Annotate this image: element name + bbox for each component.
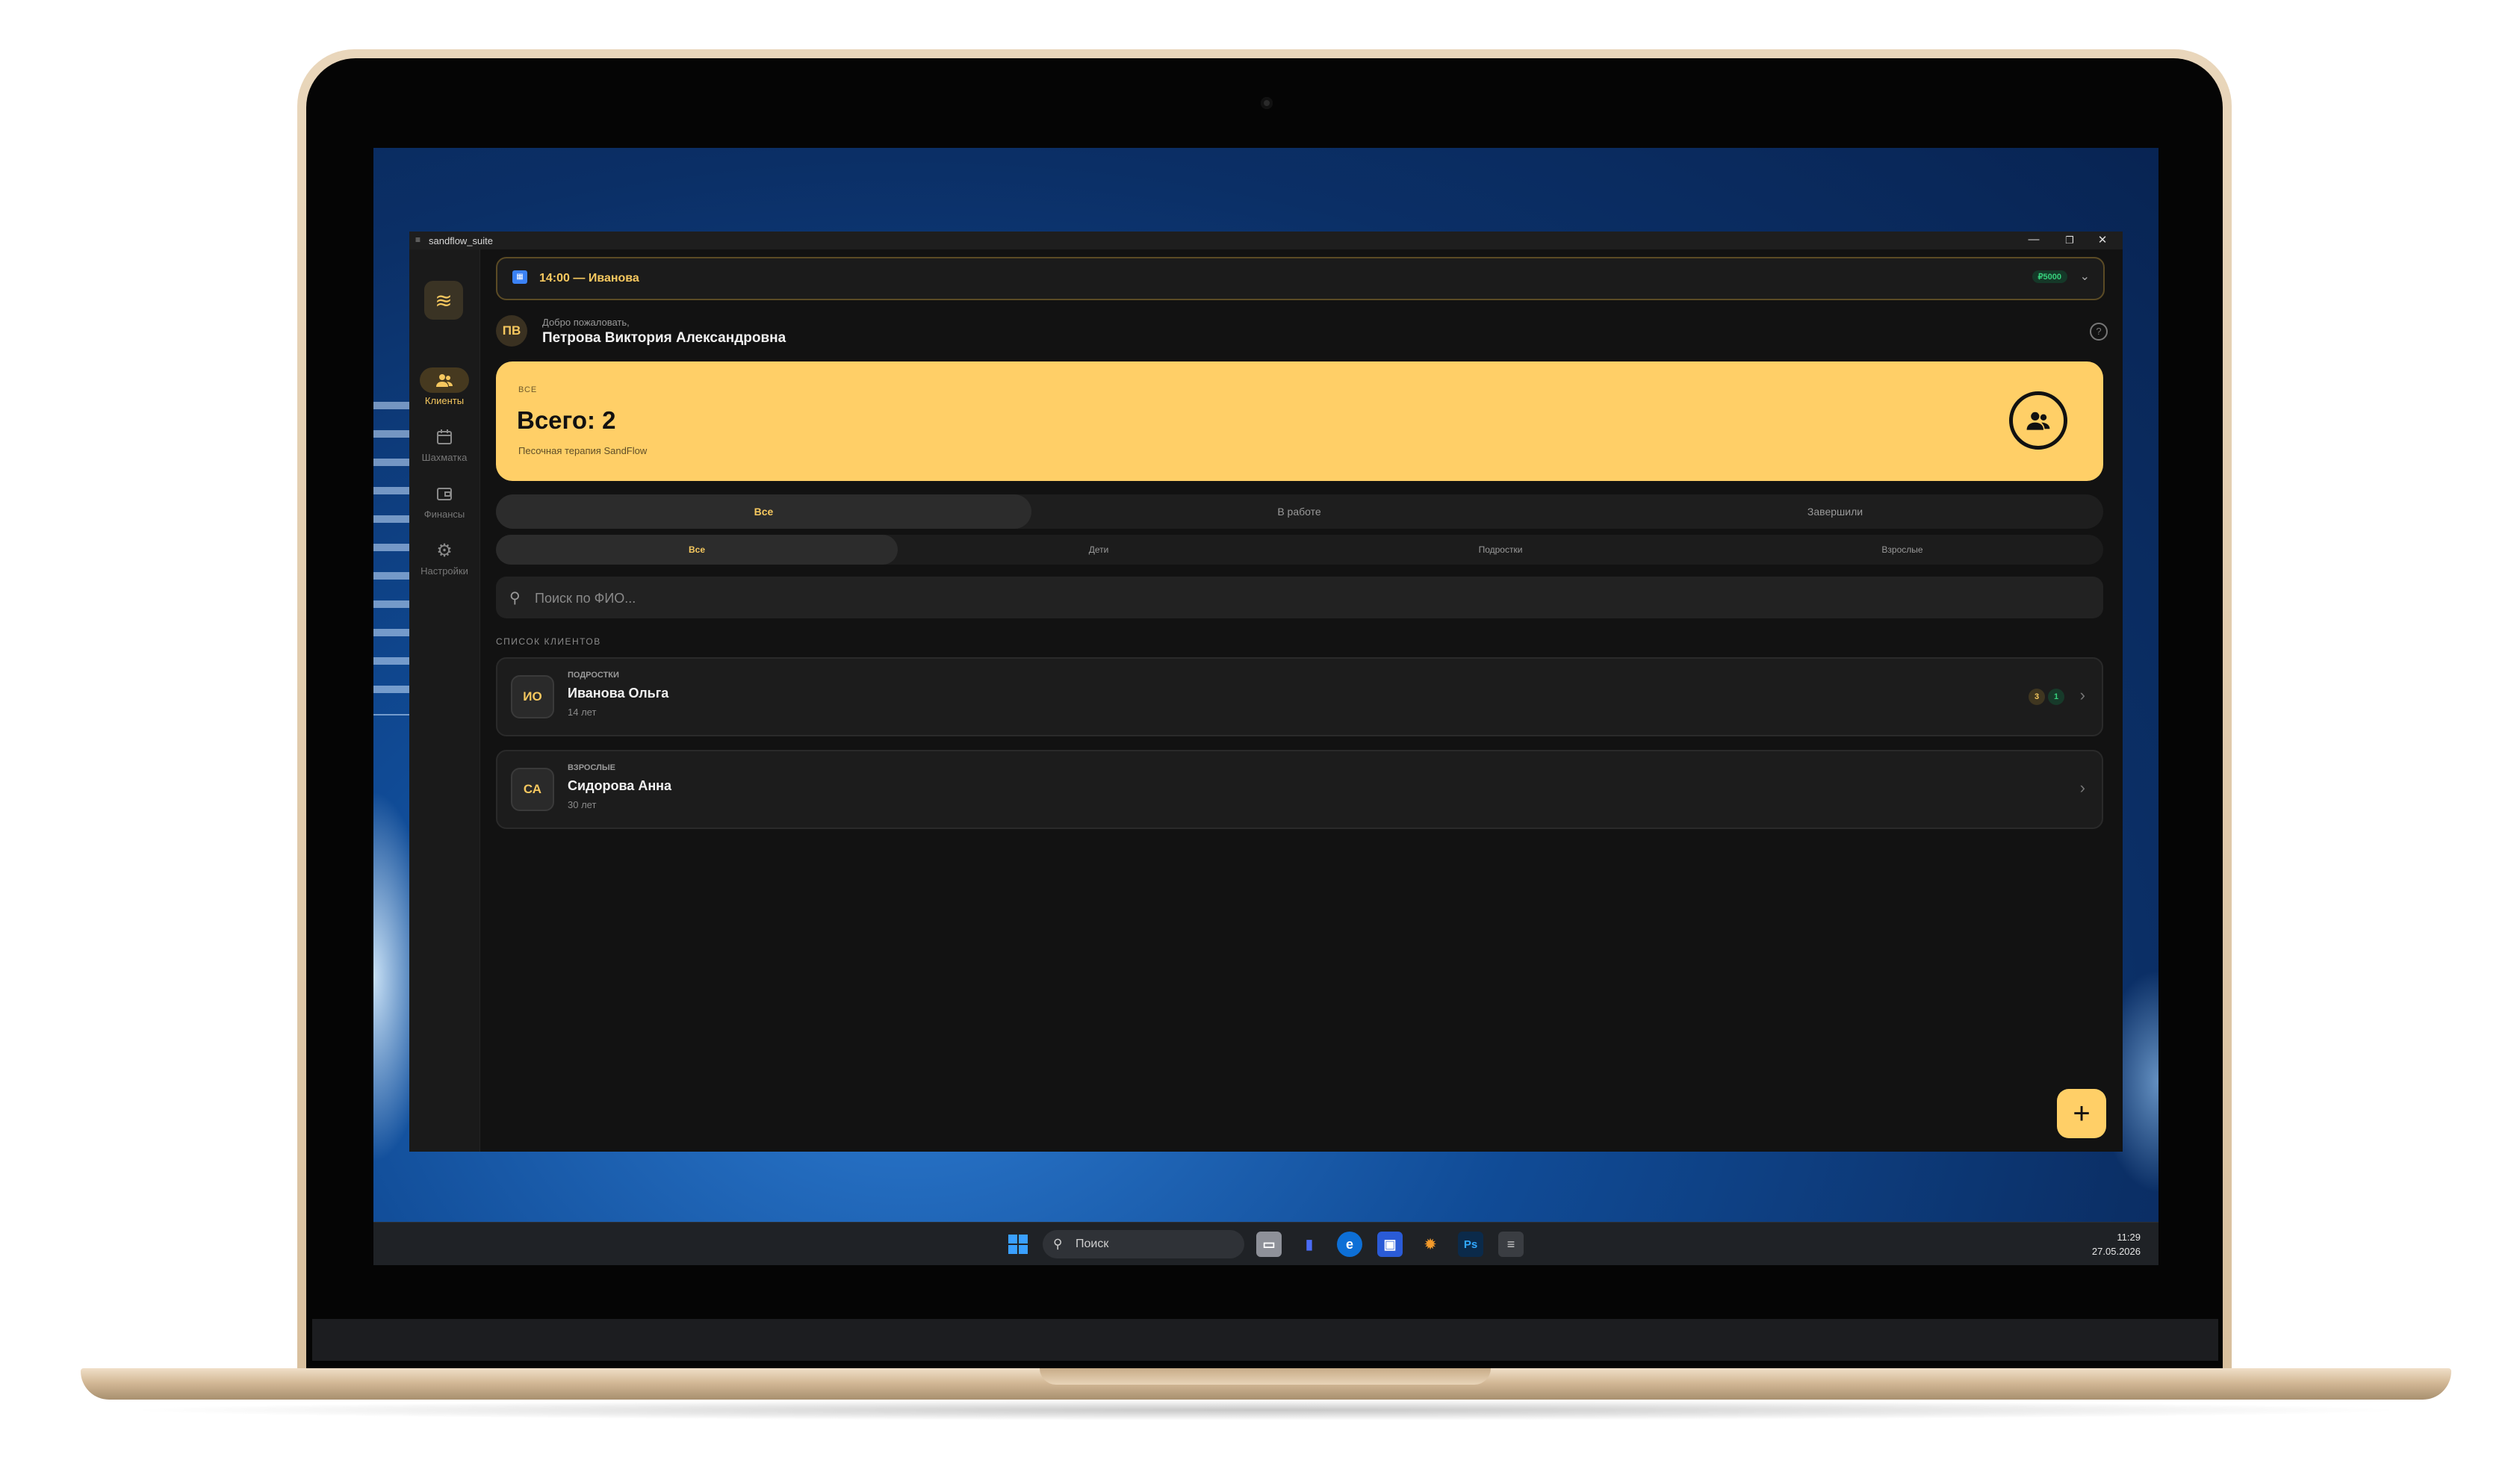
camera-icon: [1261, 97, 1273, 109]
gear-icon: ⚙: [436, 540, 453, 561]
sidebar-item-label: Клиенты: [424, 395, 465, 406]
tab-age-adults[interactable]: Взрослые: [1701, 535, 2103, 565]
sidebar-item-label: Шахматка: [421, 452, 468, 463]
wallet-icon: [420, 481, 469, 506]
user-name: Петрова Виктория Александровна: [542, 330, 786, 346]
session-text: 14:00 — Иванова: [539, 272, 639, 285]
sidebar-item-settings[interactable]: ⚙ Настройки: [409, 538, 479, 577]
help-icon[interactable]: ?: [2090, 323, 2108, 341]
users-icon: [420, 367, 469, 393]
client-category: Взрослые: [568, 763, 615, 772]
clock-date: 27.05.2026: [2091, 1246, 2141, 1257]
chevron-down-icon[interactable]: ⌄: [2080, 269, 2090, 284]
calendar-icon: ▦: [512, 270, 527, 284]
tab-age-all[interactable]: Все: [496, 535, 898, 565]
sidebar: ≋ Клиенты Шахматка Финансы ⚙ Настройки: [409, 249, 480, 1152]
chevron-right-icon: ›: [2079, 686, 2085, 704]
sidebar-item-schedule[interactable]: Шахматка: [409, 424, 479, 463]
sessions-count-badge: 3: [2029, 689, 2045, 705]
laptop-shadow: [120, 1400, 2412, 1421]
client-name: Иванова Ольга: [568, 686, 669, 701]
tab-status-finished[interactable]: Завершили: [1567, 494, 2103, 529]
client-age: 30 лет: [568, 799, 597, 810]
tab-status-all[interactable]: Все: [496, 494, 1031, 529]
client-category: Подростки: [568, 671, 619, 680]
tab-age-children[interactable]: Дети: [898, 535, 1300, 565]
search-icon: ⚲: [509, 590, 521, 606]
client-age: 14 лет: [568, 707, 597, 718]
minimize-button[interactable]: —: [2023, 233, 2045, 246]
user-avatar: ПВ: [496, 315, 527, 347]
client-avatar: ИО: [511, 675, 554, 718]
clients-section-title: Список клиентов: [496, 636, 601, 647]
app-icon[interactable]: ✹: [1418, 1232, 1443, 1257]
maximize-button[interactable]: ❐: [2058, 235, 2081, 246]
paid-count-badge: 1: [2048, 689, 2064, 705]
photoshop-icon[interactable]: Ps: [1458, 1232, 1483, 1257]
upcoming-session-bar[interactable]: ▦ 14:00 — Иванова ₽5000 ⌄: [496, 257, 2105, 300]
search-box: ⚲: [496, 577, 2103, 618]
close-button[interactable]: ✕: [2091, 233, 2114, 246]
sidebar-item-finance[interactable]: Финансы: [409, 481, 479, 520]
search-input[interactable]: [533, 586, 2030, 611]
windows-start-icon[interactable]: [1005, 1232, 1031, 1257]
taskbar-search-label: Поиск: [1076, 1238, 1109, 1250]
status-tabs: Все В работе Завершили: [496, 494, 2103, 529]
chevron-right-icon: ›: [2079, 778, 2085, 797]
task-view-icon[interactable]: ▭: [1256, 1232, 1282, 1257]
app-window: ≡ sandflow_suite — ❐ ✕ ≋ Клиенты Шахматк…: [409, 232, 2123, 1152]
app-menu-icon[interactable]: ≡: [415, 235, 420, 245]
laptop-notch: [1040, 1368, 1491, 1385]
edge-icon[interactable]: e: [1337, 1232, 1362, 1257]
taskbar-search[interactable]: ⚲ Поиск: [1043, 1230, 1244, 1258]
taskbar: ⚲ Поиск ▭ ▮ e ▣ ✹ Ps ≡ 11:29 27.05.2026: [373, 1222, 2158, 1265]
client-card[interactable]: ИО Подростки Иванова Ольга 14 лет 3 1 ›: [496, 657, 2103, 736]
client-name: Сидорова Анна: [568, 778, 672, 793]
summary-subtitle: Песочная терапия SandFlow: [518, 445, 648, 456]
wallpaper-stripes: [373, 402, 409, 715]
desktop-screen: ≡ sandflow_suite — ❐ ✕ ≋ Клиенты Шахматк…: [373, 148, 2158, 1265]
tab-status-in-progress[interactable]: В работе: [1031, 494, 1567, 529]
summary-total: Всего: 2: [517, 406, 616, 434]
clock-time: 11:29: [2117, 1232, 2141, 1243]
save-app-icon[interactable]: ▣: [1377, 1232, 1403, 1257]
tab-age-teens[interactable]: Подростки: [1300, 535, 1701, 565]
waves-icon[interactable]: ≋: [424, 281, 463, 320]
window-titlebar[interactable]: ≡ sandflow_suite — ❐ ✕: [409, 232, 2123, 249]
sidebar-item-label: Финансы: [423, 509, 465, 520]
price-badge: ₽5000: [2032, 270, 2067, 283]
search-icon: ⚲: [1053, 1237, 1063, 1251]
calendar-icon: [420, 424, 469, 450]
client-card[interactable]: СА Взрослые Сидорова Анна 30 лет ›: [496, 750, 2103, 829]
chart-app-icon[interactable]: ▮: [1297, 1232, 1322, 1257]
taskbar-clock[interactable]: 11:29 27.05.2026: [2092, 1230, 2141, 1258]
sandflow-app-icon[interactable]: ≡: [1498, 1232, 1524, 1257]
laptop-chin: [312, 1319, 2218, 1361]
summary-category: Все: [518, 385, 538, 394]
sidebar-item-label: Настройки: [420, 565, 468, 577]
window-title: sandflow_suite: [429, 235, 493, 246]
summary-card: Все Всего: 2 Песочная терапия SandFlow: [496, 361, 2103, 481]
add-client-button[interactable]: +: [2057, 1089, 2106, 1138]
age-tabs: Все Дети Подростки Взрослые: [496, 535, 2103, 565]
main-content: ▦ 14:00 — Иванова ₽5000 ⌄ ПВ Добро пожал…: [479, 249, 2123, 1152]
welcome-text: Добро пожаловать,: [542, 317, 630, 328]
client-avatar: СА: [511, 768, 554, 811]
users-icon: [2009, 391, 2067, 450]
sidebar-item-clients[interactable]: Клиенты: [409, 367, 479, 406]
